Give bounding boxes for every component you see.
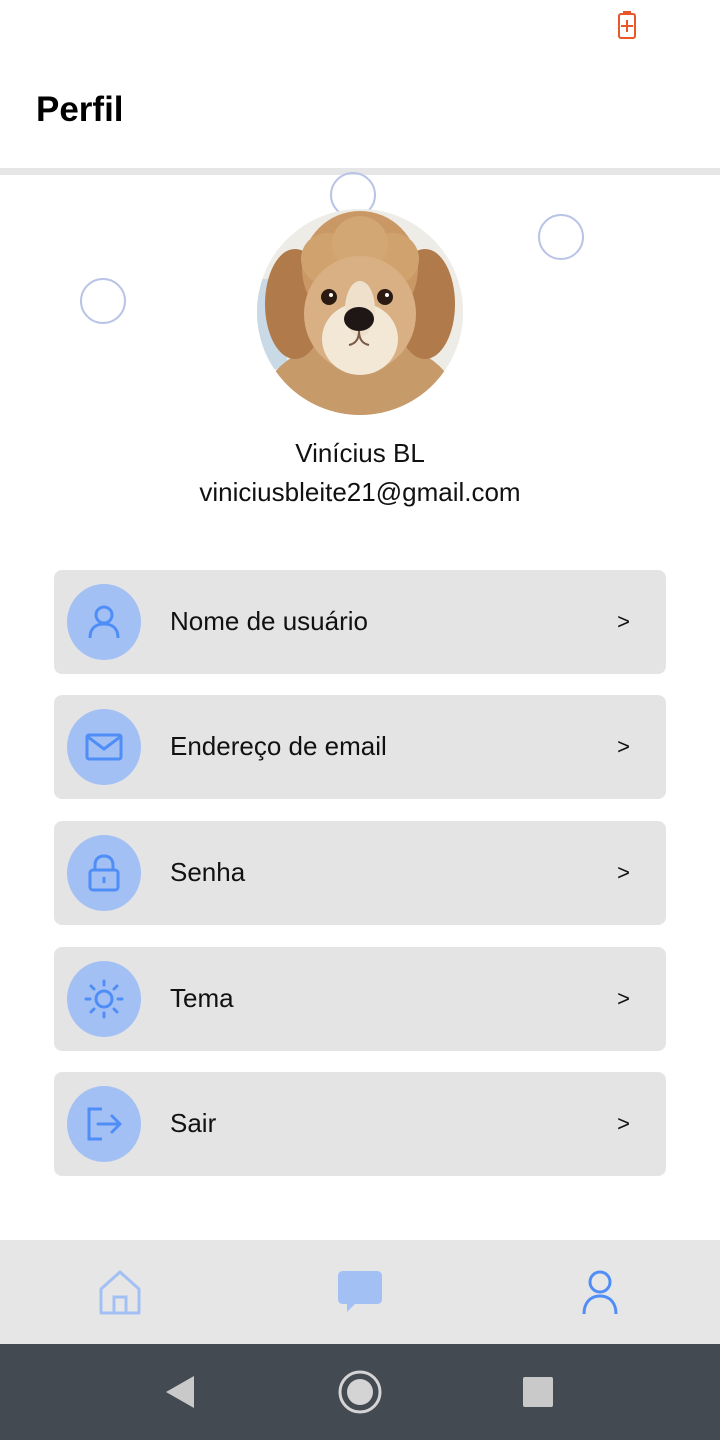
- user-icon: [88, 605, 120, 639]
- nav-profile-button[interactable]: [575, 1267, 625, 1317]
- chevron-right-icon: >: [617, 609, 630, 634]
- icon-circle: [67, 709, 141, 785]
- menu-item-label: Senha: [170, 857, 246, 887]
- chevron-right-icon: >: [617, 860, 630, 885]
- profile-icon: [582, 1270, 618, 1315]
- icon-circle: [67, 961, 141, 1037]
- touch-indicator: [538, 214, 584, 260]
- nav-chat-button[interactable]: [335, 1267, 385, 1317]
- menu-item-theme[interactable]: Tema >: [54, 947, 666, 1051]
- app-header: Perfil: [0, 60, 720, 170]
- chevron-right-icon: >: [617, 1111, 630, 1136]
- profile-name: Vinícius BL: [295, 438, 425, 468]
- home-button[interactable]: [336, 1368, 384, 1416]
- back-button[interactable]: [160, 1372, 200, 1412]
- icon-circle: [67, 1086, 141, 1162]
- chevron-right-icon: >: [617, 734, 630, 759]
- mail-icon: [85, 733, 123, 761]
- nav-home-button[interactable]: [95, 1267, 145, 1317]
- home-circle-icon: [338, 1370, 382, 1414]
- status-bar: [0, 0, 720, 60]
- system-nav-bar: [0, 1344, 720, 1440]
- lock-icon: [88, 854, 120, 892]
- profile-email: viniciusbleite21@gmail.com: [199, 477, 521, 507]
- back-icon: [166, 1376, 194, 1408]
- bottom-nav: [0, 1240, 720, 1344]
- page-title: Perfil: [36, 90, 124, 129]
- icon-circle: [67, 835, 141, 911]
- menu-item-logout[interactable]: Sair >: [54, 1072, 666, 1176]
- dog-avatar[interactable]: [257, 209, 463, 415]
- battery-charging-icon: [618, 11, 636, 39]
- logout-icon: [87, 1107, 122, 1141]
- menu-item-label: Endereço de email: [170, 731, 387, 761]
- dog-avatar-image: [257, 209, 463, 415]
- touch-indicator: [80, 278, 126, 324]
- sun-icon: [84, 979, 124, 1019]
- menu-item-label: Tema: [170, 983, 234, 1013]
- menu-item-email[interactable]: Endereço de email >: [54, 695, 666, 799]
- home-icon: [99, 1270, 141, 1315]
- icon-circle: [67, 584, 141, 660]
- chevron-right-icon: >: [617, 986, 630, 1011]
- menu-item-label: Nome de usuário: [170, 606, 368, 636]
- recents-button[interactable]: [522, 1376, 554, 1408]
- chat-icon: [338, 1271, 382, 1312]
- menu-item-password[interactable]: Senha >: [54, 821, 666, 925]
- menu-item-label: Sair: [170, 1108, 217, 1138]
- recents-icon: [523, 1377, 553, 1407]
- menu-item-username[interactable]: Nome de usuário >: [54, 570, 666, 674]
